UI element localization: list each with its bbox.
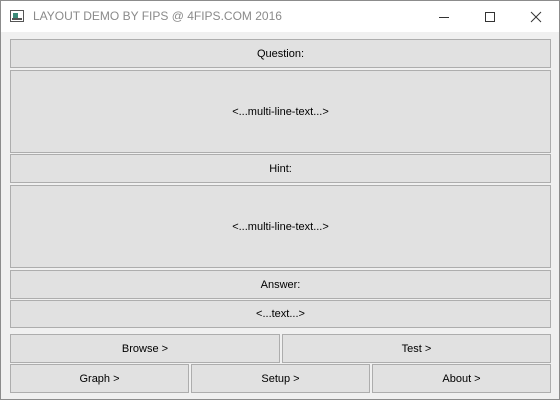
close-icon	[530, 11, 542, 22]
about-button[interactable]: About >	[372, 364, 551, 393]
answer-label: Answer:	[10, 270, 551, 299]
browse-button[interactable]: Browse >	[10, 334, 280, 363]
close-button[interactable]	[513, 1, 559, 32]
answer-text-field[interactable]: <...text...>	[10, 300, 551, 328]
maximize-icon	[485, 11, 495, 22]
graph-button[interactable]: Graph >	[10, 364, 189, 393]
window-title: LAYOUT DEMO BY FIPS @ 4FIPS.COM 2016	[33, 9, 282, 23]
app-window-icon	[10, 10, 24, 22]
setup-button[interactable]: Setup >	[191, 364, 370, 393]
question-label: Question:	[10, 39, 551, 68]
test-button[interactable]: Test >	[282, 334, 551, 363]
layout-area: Question: <...multi-line-text...> Hint: …	[1, 33, 559, 399]
app-window: LAYOUT DEMO BY FIPS @ 4FIPS.COM 2016 Que…	[0, 0, 560, 400]
minimize-button[interactable]	[421, 1, 467, 32]
question-text-area[interactable]: <...multi-line-text...>	[10, 70, 551, 153]
maximize-button[interactable]	[467, 1, 513, 32]
hint-text-area[interactable]: <...multi-line-text...>	[10, 185, 551, 268]
hint-label: Hint:	[10, 154, 551, 183]
title-bar[interactable]: LAYOUT DEMO BY FIPS @ 4FIPS.COM 2016	[1, 1, 559, 32]
minimize-icon	[439, 16, 449, 18]
